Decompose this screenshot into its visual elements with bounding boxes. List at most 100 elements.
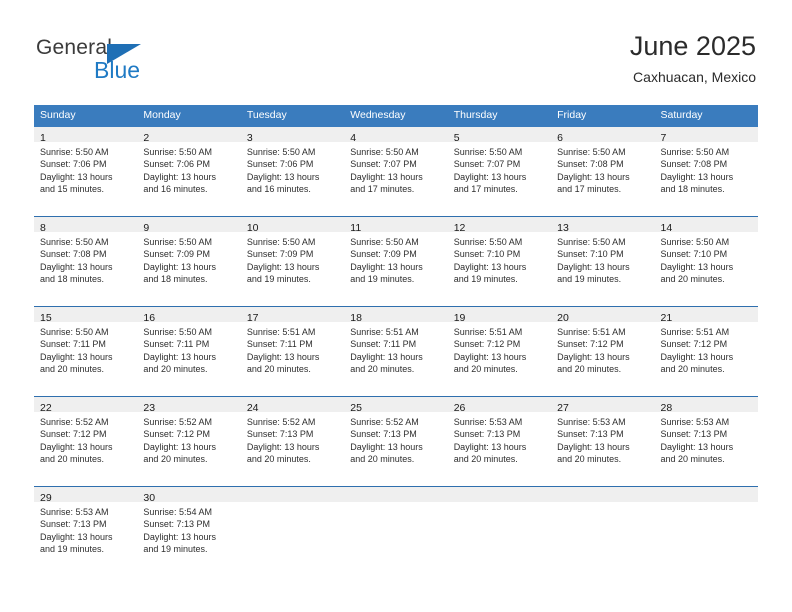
day-cell[interactable]: 6 Sunrise: 5:50 AM Sunset: 7:08 PM Daylight… — [551, 127, 655, 216]
day-number-band — [344, 487, 448, 502]
day-cell[interactable]: 12 Sunrise: 5:50 AM Sunset: 7:10 PM Dayligh… — [447, 217, 552, 306]
day-cell[interactable]: 10 Sunrise: 5:50 AM Sunset: 7:09 PM Dayligh… — [240, 217, 345, 306]
day-details: Sunrise: 5:50 AM Sunset: 7:09 PM Daylight:… — [137, 232, 240, 286]
day-cell[interactable]: 5 Sunrise: 5:50 AM Sunset: 7:07 PM Daylight… — [447, 127, 552, 216]
calendar-weeks: 1 Sunrise: 5:50 AM Sunset: 7:06 PM Daylight… — [34, 127, 758, 576]
weekday-header-saturday: Saturday — [660, 109, 703, 121]
day-cell[interactable]: 11 Sunrise: 5:50 AM Sunset: 7:09 PM Dayligh… — [344, 217, 448, 306]
daylight-line: Daylight: 13 hours — [246, 171, 320, 182]
day-cell[interactable]: 29 Sunrise: 5:53 AM Sunset: 7:13 PM Dayligh… — [34, 487, 138, 576]
day-cell[interactable]: 3 Sunrise: 5:50 AM Sunset: 7:06 PM Daylight… — [240, 127, 345, 216]
sunrise-line: Sunrise: 5:54 AM — [143, 507, 212, 517]
day-number-band: 27 — [551, 397, 655, 414]
sunset-line: Sunset: 7:11 PM — [40, 339, 106, 350]
daylight-line: Daylight: 13 hours — [246, 261, 320, 272]
daylight-line-cont: and 20 minutes. — [557, 364, 622, 375]
day-cell[interactable]: 2 Sunrise: 5:50 AM Sunset: 7:06 PM Daylight… — [137, 127, 241, 216]
day-number-band: 2 — [137, 127, 241, 144]
day-cell[interactable]: 18 Sunrise: 5:51 AM Sunset: 7:11 PM Dayligh… — [344, 307, 448, 396]
daylight-line-cont: and 20 minutes. — [246, 454, 311, 465]
day-number: 7 — [660, 132, 667, 144]
day-number: 26 — [453, 402, 466, 414]
day-details: Sunrise: 5:50 AM Sunset: 7:07 PM Daylight:… — [448, 142, 551, 196]
day-number-band — [654, 487, 758, 502]
sunset-line: Sunset: 7:13 PM — [350, 429, 417, 440]
daylight-line-cont: and 20 minutes. — [660, 274, 725, 285]
sunset-line: Sunset: 7:12 PM — [660, 339, 728, 350]
day-cell[interactable]: 8 Sunrise: 5:50 AM Sunset: 7:08 PM Daylight… — [34, 217, 138, 306]
day-details: Sunrise: 5:50 AM Sunset: 7:10 PM Daylight:… — [655, 232, 758, 286]
day-number: 15 — [40, 312, 52, 324]
sunrise-line: Sunrise: 5:53 AM — [40, 507, 109, 517]
day-cell[interactable]: 26 Sunrise: 5:53 AM Sunset: 7:13 PM Dayligh… — [447, 397, 552, 486]
daylight-line: Daylight: 13 hours — [350, 351, 423, 362]
page-title: June 2025 — [629, 31, 756, 61]
daylight-line: Daylight: 13 hours — [557, 441, 630, 452]
sunrise-line: Sunrise: 5:50 AM — [40, 327, 109, 337]
day-cell[interactable]: 28 Sunrise: 5:53 AM Sunset: 7:13 PM Dayligh… — [654, 397, 758, 486]
day-details: Sunrise: 5:52 AM Sunset: 7:12 PM Daylight:… — [34, 412, 137, 466]
day-cell[interactable]: 1 Sunrise: 5:50 AM Sunset: 7:06 PM Daylight… — [34, 127, 138, 216]
day-cell[interactable]: 13 Sunrise: 5:50 AM Sunset: 7:10 PM Dayligh… — [551, 217, 655, 306]
logo-text-blue: Blue — [94, 57, 141, 83]
sunrise-line: Sunrise: 5:50 AM — [246, 147, 316, 157]
sunrise-line: Sunrise: 5:51 AM — [660, 327, 730, 337]
day-details: Sunrise: 5:51 AM Sunset: 7:11 PM Daylight:… — [241, 322, 344, 376]
day-cell[interactable]: 21 Sunrise: 5:51 AM Sunset: 7:12 PM Dayligh… — [654, 307, 758, 396]
daylight-line-cont: and 20 minutes. — [557, 454, 622, 465]
day-number: 17 — [246, 312, 259, 324]
day-cell[interactable]: 17 Sunrise: 5:51 AM Sunset: 7:11 PM Dayligh… — [240, 307, 345, 396]
sunset-line: Sunset: 7:08 PM — [557, 159, 624, 170]
day-number: 4 — [350, 132, 357, 144]
day-cell[interactable]: 4 Sunrise: 5:50 AM Sunset: 7:07 PM Daylight… — [344, 127, 448, 216]
sunset-line: Sunset: 7:11 PM — [143, 339, 210, 350]
sunrise-line: Sunrise: 5:50 AM — [660, 237, 730, 247]
day-number-band: 16 — [137, 307, 241, 324]
day-cell[interactable]: 24 Sunrise: 5:52 AM Sunset: 7:13 PM Dayligh… — [240, 397, 345, 486]
day-details: Sunrise: 5:50 AM Sunset: 7:11 PM Daylight:… — [137, 322, 240, 376]
calendar-page: General Blue June 2025 Caxhuacan, Mexico… — [0, 0, 792, 612]
day-number: 16 — [143, 312, 156, 324]
day-cell[interactable]: 7 Sunrise: 5:50 AM Sunset: 7:08 PM Daylight… — [654, 127, 758, 216]
day-cell[interactable]: 16 Sunrise: 5:50 AM Sunset: 7:11 PM Dayligh… — [137, 307, 241, 396]
day-number: 28 — [660, 402, 673, 414]
day-number: 10 — [246, 222, 259, 234]
day-number: 5 — [453, 132, 460, 144]
day-cell[interactable]: 9 Sunrise: 5:50 AM Sunset: 7:09 PM Daylight… — [137, 217, 241, 306]
sunset-line: Sunset: 7:06 PM — [246, 159, 314, 170]
day-number-band: 26 — [447, 397, 552, 414]
day-cell[interactable]: 19 Sunrise: 5:51 AM Sunset: 7:12 PM Dayligh… — [447, 307, 552, 396]
day-cell[interactable]: 27 Sunrise: 5:53 AM Sunset: 7:13 PM Dayligh… — [551, 397, 655, 486]
weekday-header-row: Sunday Monday Tuesday Wednesday Thursday Frid… — [34, 105, 758, 127]
day-number-band: 17 — [240, 307, 345, 324]
daylight-line-cont: and 20 minutes. — [40, 364, 105, 375]
day-number: 22 — [40, 402, 52, 414]
day-cell[interactable]: 20 Sunrise: 5:51 AM Sunset: 7:12 PM Dayligh… — [551, 307, 655, 396]
daylight-line-cont: and 20 minutes. — [246, 364, 311, 375]
daylight-line-cont: and 20 minutes. — [453, 364, 518, 375]
day-details: Sunrise: 5:50 AM Sunset: 7:08 PM Daylight:… — [34, 232, 137, 286]
sunset-line: Sunset: 7:13 PM — [40, 519, 107, 530]
day-number: 23 — [143, 402, 156, 414]
day-cell[interactable]: 22 Sunrise: 5:52 AM Sunset: 7:12 PM Dayligh… — [34, 397, 138, 486]
day-cell[interactable]: 25 Sunrise: 5:52 AM Sunset: 7:13 PM Dayligh… — [344, 397, 448, 486]
daylight-line-cont: and 20 minutes. — [40, 454, 105, 465]
day-number-band: 23 — [137, 397, 241, 414]
day-cell[interactable]: 30 Sunrise: 5:54 AM Sunset: 7:13 PM Dayligh… — [137, 487, 241, 576]
day-cell[interactable]: 15 Sunrise: 5:50 AM Sunset: 7:11 PM Dayligh… — [34, 307, 138, 396]
daylight-line: Daylight: 13 hours — [40, 351, 113, 362]
weekday-header-friday: Friday — [557, 109, 587, 121]
sunrise-line: Sunrise: 5:51 AM — [557, 327, 626, 337]
week-row: 29 Sunrise: 5:53 AM Sunset: 7:13 PM Dayligh… — [34, 486, 758, 576]
week-row: 15 Sunrise: 5:50 AM Sunset: 7:11 PM Dayligh… — [34, 306, 758, 396]
daylight-line-cont: and 20 minutes. — [660, 364, 725, 375]
daylight-line: Daylight: 13 hours — [40, 261, 113, 272]
daylight-line: Daylight: 13 hours — [453, 351, 527, 362]
day-cell[interactable]: 23 Sunrise: 5:52 AM Sunset: 7:12 PM Dayligh… — [137, 397, 241, 486]
sunset-line: Sunset: 7:13 PM — [453, 429, 521, 440]
day-cell[interactable]: 14 Sunrise: 5:50 AM Sunset: 7:10 PM Dayligh… — [654, 217, 758, 306]
weekday-header-wednesday: Wednesday — [350, 109, 406, 121]
day-number: 12 — [453, 222, 466, 234]
day-number: 3 — [246, 132, 253, 144]
daylight-line: Daylight: 13 hours — [246, 441, 320, 452]
